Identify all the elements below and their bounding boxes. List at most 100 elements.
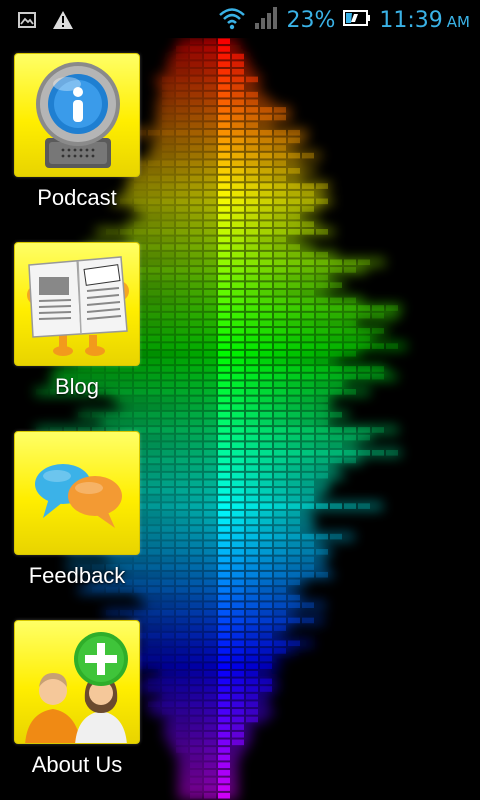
spectrum-segment [260,632,272,639]
podcast-tile[interactable] [14,53,140,177]
spectrum-segment [246,213,258,220]
spectrum-segment [176,84,188,90]
spectrum-segment [148,221,160,227]
spectrum-segment [232,724,244,730]
spectrum-segment [372,343,384,349]
spectrum-segment [260,305,272,311]
spectrum-segment [162,358,174,365]
spectrum-segment [204,526,216,532]
spectrum-segment [246,663,258,669]
spectrum-segment [288,449,300,456]
spectrum-segment [190,693,202,700]
spectrum-segment [176,739,188,746]
spectrum-segment [302,320,314,327]
spectrum-segment [246,693,258,700]
spectrum-segment [260,213,272,220]
spectrum-segment [134,610,146,616]
spectrum-segment [204,731,216,738]
spectrum-segment [204,579,216,586]
spectrum-segment [162,648,174,654]
spectrum-segment [246,610,258,616]
spectrum-segment [274,472,286,479]
spectrum-segment [274,396,286,403]
spectrum-segment [162,168,174,174]
spectrum-segment [246,587,258,593]
spectrum-segment [260,488,272,494]
spectrum-segment [204,350,216,357]
spectrum-segment [232,602,244,608]
spectrum-segment [218,160,230,167]
spectrum-segment [148,442,160,448]
spectrum-segment [260,411,272,418]
spectrum-segment [344,305,356,311]
spectrum-segment [260,427,272,433]
spectrum-segment [274,335,286,342]
spectrum-segment [190,168,202,174]
spectrum-segment [246,488,258,494]
spectrum-segment [190,602,202,608]
spectrum-segment [302,221,314,227]
spectrum-segment [176,305,188,311]
spectrum-segment [232,84,244,90]
spectrum-segment [344,335,356,342]
menu-item-about-us[interactable]: About Us [14,620,140,780]
spectrum-segment [190,434,202,441]
spectrum-segment [288,289,300,296]
blog-tile[interactable] [14,242,140,366]
spectrum-segment [260,145,272,151]
spectrum-segment [204,503,216,509]
spectrum-segment [162,129,174,136]
spectrum-segment [218,68,230,75]
spectrum-segment [162,145,174,151]
spectrum-segment [246,259,258,266]
spectrum-segment [162,160,174,167]
spectrum-segment [218,526,230,532]
spectrum-segment [190,427,202,433]
spectrum-segment [330,442,342,448]
spectrum-segment [302,465,314,471]
spectrum-segment [274,221,286,227]
spectrum-segment [302,183,314,189]
spectrum-segment [162,122,174,128]
spectrum-segment [176,716,188,723]
menu-item-podcast[interactable]: Podcast [14,53,140,213]
spectrum-segment [218,190,230,197]
spectrum-segment [162,244,174,250]
spectrum-segment [302,602,314,608]
spectrum-segment [232,556,244,563]
spectrum-segment [162,389,174,395]
spectrum-segment [218,411,230,418]
spectrum-segment [288,389,300,395]
spectrum-segment [246,510,258,517]
spectrum-segment [148,510,160,517]
spectrum-segment [246,670,258,677]
about-us-tile[interactable] [14,620,140,744]
spectrum-segment [330,282,342,288]
spectrum-segment [246,244,258,250]
spectrum-segment [218,610,230,616]
menu-item-blog[interactable]: Blog [14,242,140,402]
spectrum-segment [232,396,244,403]
spectrum-segment [260,495,272,502]
spectrum-segment [274,526,286,532]
spectrum-segment [148,328,160,334]
feedback-tile[interactable] [14,431,140,555]
spectrum-segment [218,648,230,654]
spectrum-segment [204,724,216,730]
spectrum-segment [260,625,272,631]
spectrum-segment [218,449,230,456]
spectrum-segment [372,373,384,380]
spectrum-segment [148,350,160,357]
spectrum-segment [176,488,188,494]
spectrum-segment [204,670,216,677]
spectrum-segment [176,335,188,342]
spectrum-segment [176,670,188,677]
spectrum-segment [204,686,216,692]
spectrum-segment [260,373,272,380]
spectrum-segment [274,206,286,212]
spectrum-segment [190,411,202,418]
menu-item-feedback[interactable]: Feedback [14,431,140,591]
spectrum-segment [162,549,174,555]
spectrum-segment [288,419,300,426]
spectrum-segment [232,305,244,311]
